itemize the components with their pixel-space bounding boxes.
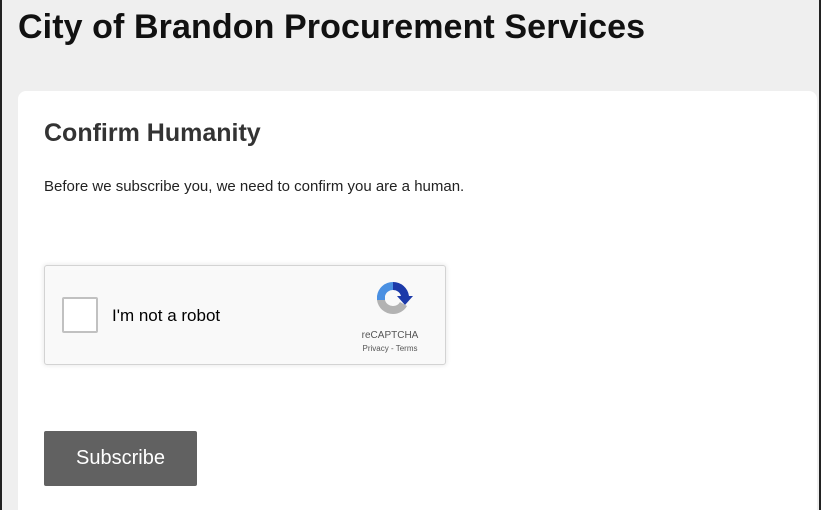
recaptcha-widget: I'm not a robot reCAPTCHA Privacy - Term… xyxy=(44,265,446,365)
recaptcha-links-separator: - xyxy=(388,344,396,353)
recaptcha-checkbox-label[interactable]: I'm not a robot xyxy=(112,306,220,326)
confirm-humanity-card: Confirm Humanity Before we subscribe you… xyxy=(18,91,817,521)
card-description: Before we subscribe you, we need to conf… xyxy=(44,178,465,195)
recaptcha-terms-link[interactable]: Terms xyxy=(396,344,418,353)
card-title: Confirm Humanity xyxy=(44,119,261,147)
page-frame: City of Brandon Procurement Services Con… xyxy=(0,0,821,521)
recaptcha-checkbox[interactable] xyxy=(62,297,98,333)
recaptcha-links: Privacy - Terms xyxy=(335,344,445,353)
recaptcha-privacy-link[interactable]: Privacy xyxy=(363,344,389,353)
subscribe-button[interactable]: Subscribe xyxy=(44,431,197,486)
site-title: City of Brandon Procurement Services xyxy=(18,8,646,46)
recaptcha-logo-icon xyxy=(377,281,413,315)
recaptcha-brand: reCAPTCHA xyxy=(361,330,419,341)
